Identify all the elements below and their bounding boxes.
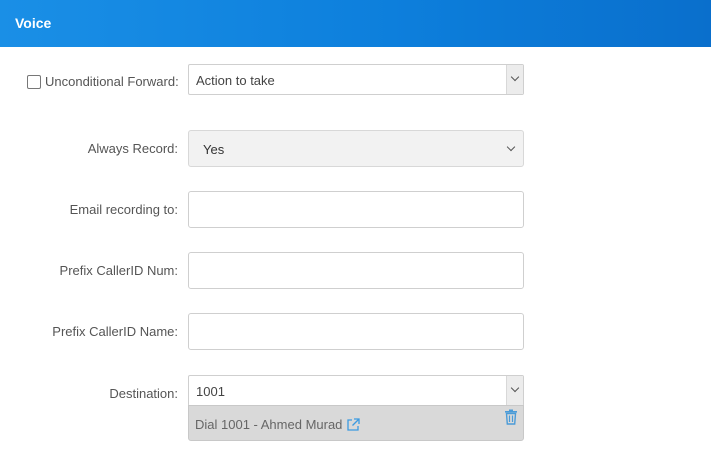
always-record-select[interactable]: Yes [188, 130, 524, 167]
checkbox-icon[interactable] [27, 74, 41, 89]
destination-label: Destination: [109, 386, 178, 401]
always-record-value: Yes [203, 142, 225, 157]
trash-icon[interactable] [504, 409, 518, 425]
panel-header: Voice [0, 0, 711, 47]
unconditional-forward-checkbox-label[interactable]: Unconditional Forward: [27, 74, 179, 89]
chevron-down-icon [506, 142, 516, 152]
email-recording-input[interactable] [188, 191, 524, 228]
unconditional-forward-dropdown-toggle[interactable] [506, 65, 523, 94]
unconditional-forward-select[interactable]: Action to take [188, 64, 524, 95]
email-recording-label: Email recording to: [69, 202, 178, 217]
destination-entry: Dial 1001 - Ahmed Murad [195, 417, 361, 432]
prefix-callerid-num-label: Prefix CallerID Num: [59, 263, 178, 278]
prefix-callerid-num-input[interactable] [188, 252, 524, 289]
always-record-label: Always Record: [87, 141, 178, 156]
external-link-icon[interactable] [346, 417, 361, 432]
prefix-callerid-name-label: Prefix CallerID Name: [52, 324, 178, 339]
destination-entry-label: Dial 1001 - Ahmed Murad [195, 417, 343, 432]
destination-value: 1001 [196, 384, 225, 399]
destination-select[interactable]: 1001 [188, 375, 524, 406]
chevron-down-icon [510, 72, 520, 82]
prefix-callerid-name-input[interactable] [188, 313, 524, 350]
destination-selected-item: Dial 1001 - Ahmed Murad [188, 405, 524, 441]
chevron-down-icon [510, 383, 520, 393]
unconditional-forward-select-value: Action to take [196, 73, 275, 88]
destination-dropdown-toggle[interactable] [506, 376, 523, 406]
panel-title: Voice [15, 15, 52, 31]
unconditional-forward-label: Unconditional Forward: [45, 74, 179, 89]
